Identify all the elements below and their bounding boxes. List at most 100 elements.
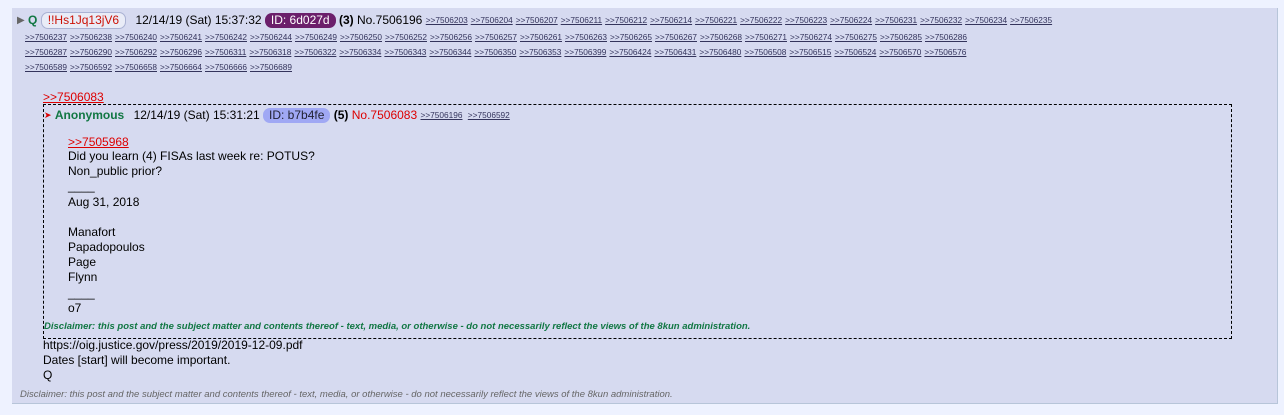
backlink[interactable]: >>7506271 bbox=[745, 32, 787, 42]
backlink[interactable]: >>7506235 bbox=[1010, 15, 1052, 25]
quoted-poster-id[interactable]: ID: b7b4fe bbox=[263, 108, 331, 124]
quoted-post-body: >>7505968 Did you learn (4) FISAs last w… bbox=[68, 135, 315, 316]
backlink[interactable]: >>7506508 bbox=[744, 47, 786, 57]
backlink[interactable]: >>7506207 bbox=[516, 15, 558, 25]
backlink[interactable]: >>7506256 bbox=[430, 32, 472, 42]
backlink[interactable]: >>7506274 bbox=[790, 32, 832, 42]
backlinks-row: >>7506287 >>7506290 >>7506292 >>7506296 >>75… bbox=[25, 45, 970, 60]
quote-link[interactable]: >>7506083 bbox=[43, 90, 1233, 104]
body-line bbox=[68, 210, 315, 225]
backlink[interactable]: >>7506689 bbox=[250, 62, 292, 72]
backlink[interactable]: >>7506232 bbox=[920, 15, 962, 25]
quoted-backlinks: >>7506196 >>7506592 bbox=[420, 108, 512, 123]
backlink[interactable]: >>7506241 bbox=[160, 32, 202, 42]
quoted-post-intro: ➤ Anonymous 12/14/19 (Sat) 15:31:21 ID: … bbox=[44, 107, 513, 124]
backlink[interactable]: >>7506242 bbox=[205, 32, 247, 42]
backlink[interactable]: >>7506290 bbox=[70, 47, 112, 57]
backlinks-row: >>7506203 >>7506204 >>7506207 >>7506211 >>75… bbox=[426, 13, 1055, 28]
backlink[interactable]: >>7506263 bbox=[565, 32, 607, 42]
backlink[interactable]: >>7506296 bbox=[160, 47, 202, 57]
quoted-arrow-icon[interactable]: ➤ bbox=[44, 107, 52, 124]
backlink[interactable]: >>7506261 bbox=[520, 32, 562, 42]
post-intro: ▶ Q !!Hs1Jq13jV6 12/14/19 (Sat) 15:37:32… bbox=[17, 11, 1055, 30]
backlink[interactable]: >>7506658 bbox=[115, 62, 157, 72]
body-line: ____ bbox=[68, 179, 95, 194]
quoted-id-post-count: (5) bbox=[333, 108, 349, 123]
backlink[interactable]: >>7506334 bbox=[339, 47, 381, 57]
body-line: ____ bbox=[68, 285, 95, 300]
backlink[interactable]: >>7506249 bbox=[295, 32, 337, 42]
backlink[interactable]: >>7506275 bbox=[835, 32, 877, 42]
backlink[interactable]: >>7506570 bbox=[879, 47, 921, 57]
backlink[interactable]: >>7506203 bbox=[426, 15, 468, 25]
post-message: https://oig.justice.gov/press/2019/2019-… bbox=[43, 338, 303, 384]
quoted-post-number-link[interactable]: No.7506083 bbox=[352, 107, 417, 124]
backlink[interactable]: >>7506424 bbox=[609, 47, 651, 57]
backlink[interactable]: >>7506234 bbox=[965, 15, 1007, 25]
backlink[interactable]: >>7506267 bbox=[655, 32, 697, 42]
backlink[interactable]: >>7506238 bbox=[70, 32, 112, 42]
backlink[interactable]: >>7506664 bbox=[160, 62, 202, 72]
backlinks-row: >>7506589 >>7506592 >>7506658 >>7506664 >>75… bbox=[25, 60, 970, 75]
backlink[interactable]: >>7506353 bbox=[519, 47, 561, 57]
backlink[interactable]: >>7506214 bbox=[650, 15, 692, 25]
body-line: Page bbox=[68, 255, 97, 270]
backlink[interactable]: >>7506252 bbox=[385, 32, 427, 42]
backlink[interactable]: >>7506268 bbox=[700, 32, 742, 42]
backlink[interactable]: >>7506222 bbox=[740, 15, 782, 25]
backlink[interactable]: >>7506240 bbox=[115, 32, 157, 42]
backlink[interactable]: >>7506250 bbox=[340, 32, 382, 42]
backlink[interactable]: >>7506292 bbox=[115, 47, 157, 57]
backlink[interactable]: >>7506244 bbox=[250, 32, 292, 42]
backlink[interactable]: >>7506311 bbox=[205, 47, 246, 57]
backlink[interactable]: >>7506666 bbox=[205, 62, 247, 72]
backlink[interactable]: >>7506576 bbox=[924, 47, 966, 57]
backlink[interactable]: >>7506515 bbox=[789, 47, 831, 57]
quoted-quote-link[interactable]: >>7505968 bbox=[68, 135, 315, 149]
backlink[interactable]: >>7506265 bbox=[610, 32, 652, 42]
backlink[interactable]: >>7506211 bbox=[561, 15, 602, 25]
backlink[interactable]: >>7506592 bbox=[70, 62, 112, 72]
quoted-disclaimer: Disclaimer: this post and the subject ma… bbox=[44, 321, 751, 332]
body-line: Flynn bbox=[68, 270, 98, 285]
backlink[interactable]: >>7506344 bbox=[429, 47, 471, 57]
post-body: >>7506083 ➤ Anonymous 12/14/19 (Sat) 15:… bbox=[43, 90, 1233, 339]
backlink[interactable]: >>7506212 bbox=[605, 15, 647, 25]
body-line: Aug 31, 2018 bbox=[68, 194, 140, 209]
backlink[interactable]: >>7506237 bbox=[25, 32, 67, 42]
backlink[interactable]: >>7506322 bbox=[294, 47, 336, 57]
backlink[interactable]: >>7506480 bbox=[699, 47, 741, 57]
backlink[interactable]: >>7506224 bbox=[830, 15, 872, 25]
backlink[interactable]: >>7506221 bbox=[695, 15, 737, 25]
backlink[interactable]: >>7506589 bbox=[25, 62, 67, 72]
backlink[interactable]: >>7506431 bbox=[654, 47, 696, 57]
body-line: Dates [start] will become important. bbox=[43, 353, 231, 368]
backlink[interactable]: >>7506318 bbox=[249, 47, 291, 57]
post-number-link[interactable]: No.7506196 bbox=[357, 11, 422, 30]
post-disclaimer: Disclaimer: this post and the subject ma… bbox=[20, 389, 673, 400]
body-line: Papadopoulos bbox=[68, 240, 145, 255]
quoted-post-date: 12/14/19 (Sat) 15:31:21 bbox=[133, 108, 260, 123]
post-container: ▶ Q !!Hs1Jq13jV6 12/14/19 (Sat) 15:37:32… bbox=[12, 8, 1278, 404]
backlink[interactable]: >>7506592 bbox=[468, 110, 510, 120]
backlink[interactable]: >>7506257 bbox=[475, 32, 517, 42]
backlink[interactable]: >>7506223 bbox=[785, 15, 827, 25]
backlink[interactable]: >>7506231 bbox=[875, 15, 917, 25]
poster-id[interactable]: ID: 6d027d bbox=[264, 13, 336, 29]
post-date: 12/14/19 (Sat) 15:37:32 bbox=[135, 13, 262, 28]
body-line: Non_public prior? bbox=[68, 164, 163, 179]
backlink[interactable]: >>7506350 bbox=[474, 47, 516, 57]
backlink[interactable]: >>7506196 bbox=[420, 110, 462, 120]
backlinks-row: >>7506237 >>7506238 >>7506240 >>7506241 >>75… bbox=[25, 30, 970, 45]
collapse-arrow-icon[interactable]: ▶ bbox=[17, 11, 25, 30]
backlink[interactable]: >>7506285 bbox=[880, 32, 922, 42]
backlink[interactable]: >>7506204 bbox=[471, 15, 513, 25]
quoted-poster-name: Anonymous bbox=[54, 108, 125, 123]
backlink[interactable]: >>7506286 bbox=[925, 32, 967, 42]
backlink[interactable]: >>7506399 bbox=[564, 47, 606, 57]
body-line: Manafort bbox=[68, 224, 116, 239]
backlink[interactable]: >>7506524 bbox=[834, 47, 876, 57]
backlink[interactable]: >>7506287 bbox=[25, 47, 67, 57]
backlink[interactable]: >>7506343 bbox=[384, 47, 426, 57]
tripcode: !!Hs1Jq13jV6 bbox=[40, 12, 127, 30]
